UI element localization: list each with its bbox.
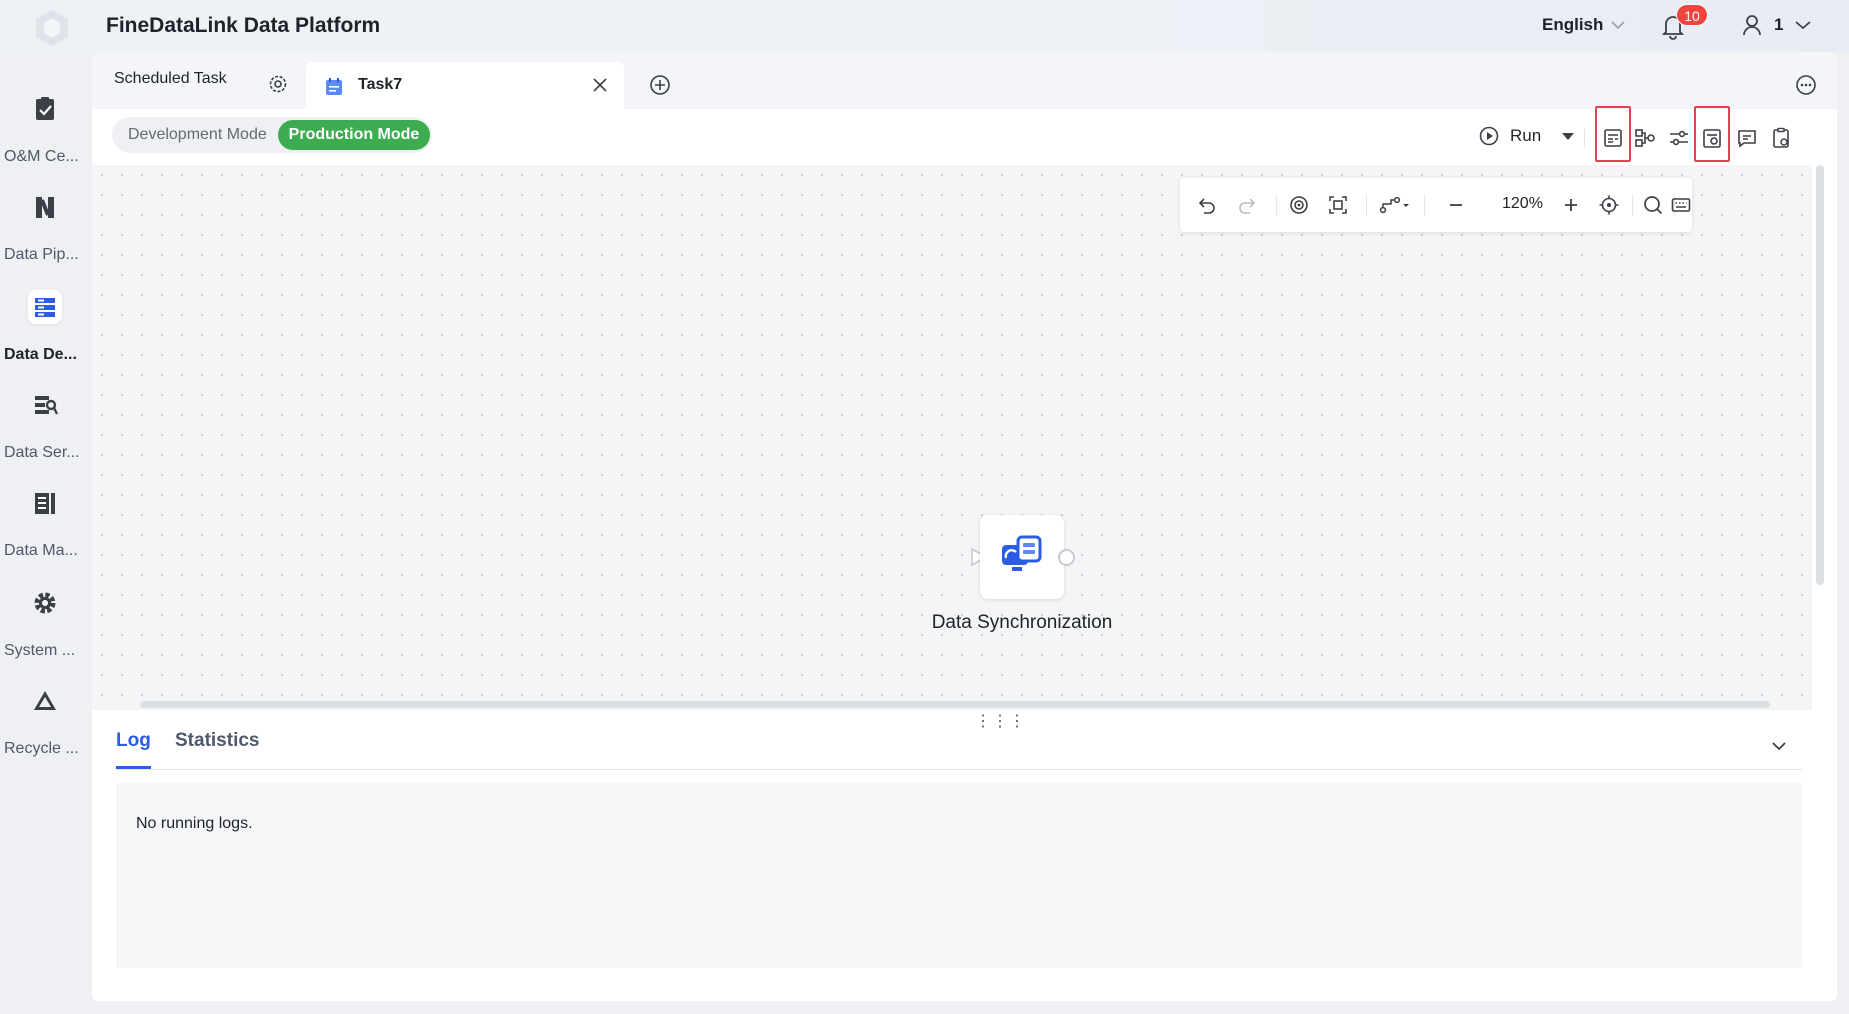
chevron-down-icon xyxy=(1795,21,1812,30)
notification-badge: 10 xyxy=(1676,4,1708,26)
undo-icon[interactable] xyxy=(1196,194,1218,216)
adjust-sliders-icon[interactable] xyxy=(1667,126,1691,150)
horizontal-scrollbar[interactable] xyxy=(140,701,1770,708)
sidebar-item-label: Data De... xyxy=(4,346,77,363)
zoom-in-icon[interactable] xyxy=(1560,194,1582,216)
comment-icon[interactable] xyxy=(1735,126,1759,150)
settings-gear-icon[interactable] xyxy=(267,73,289,95)
clipboard-check-icon xyxy=(36,97,54,120)
sidebar-item-label: Data Ser... xyxy=(4,444,80,461)
chevron-down-icon xyxy=(1611,21,1625,30)
fit-screen-icon[interactable] xyxy=(1327,194,1349,216)
separator xyxy=(1366,194,1367,216)
caret-down-icon[interactable] xyxy=(1559,130,1577,142)
tab-label: Task7 xyxy=(358,76,403,93)
task-properties-icon[interactable] xyxy=(1601,126,1625,150)
tab-scheduled-task[interactable]: Scheduled Task xyxy=(114,70,227,88)
sidebar-item-data-service[interactable]: Data Ser... xyxy=(0,370,92,470)
data-sync-icon xyxy=(1002,535,1042,571)
user-name: 1 xyxy=(1774,15,1784,34)
run-button[interactable]: Run xyxy=(1478,125,1577,147)
connector-style-icon[interactable] xyxy=(1378,194,1412,216)
add-tab-icon[interactable] xyxy=(648,73,672,97)
left-sidebar: O&M Ce... Data Pip... Data De... Data Se… xyxy=(0,52,92,1014)
play-circle-icon xyxy=(1479,126,1499,146)
keyboard-shortcuts-icon[interactable] xyxy=(1670,194,1692,216)
data-development-icon xyxy=(28,290,62,324)
language-selector[interactable]: English xyxy=(1542,15,1625,35)
tab-log[interactable]: Log xyxy=(116,730,151,752)
more-options-icon[interactable] xyxy=(1794,73,1818,97)
language-label: English xyxy=(1542,15,1604,34)
tab-bar: Scheduled Task Task7 xyxy=(92,53,1837,109)
sidebar-item-label: Recycle ... xyxy=(4,740,79,757)
auto-layout-icon[interactable] xyxy=(1288,194,1310,216)
app-title: FineDataLink Data Platform xyxy=(106,14,381,37)
app-logo-icon xyxy=(36,10,68,46)
zoom-out-icon[interactable] xyxy=(1445,194,1467,216)
sidebar-item-data-development[interactable]: Data De... xyxy=(0,272,92,372)
redo-icon[interactable] xyxy=(1236,194,1258,216)
log-content: No running logs. xyxy=(116,783,1802,968)
sidebar-item-system[interactable]: System ... xyxy=(0,568,92,668)
sidebar-item-data-map[interactable]: Data Ma... xyxy=(0,468,92,568)
task-calendar-icon xyxy=(326,78,342,95)
pipeline-icon xyxy=(36,197,54,218)
data-synchronization-node[interactable] xyxy=(980,515,1064,599)
locate-icon[interactable] xyxy=(1598,194,1620,216)
sidebar-item-recycle[interactable]: Recycle ... xyxy=(0,666,92,766)
node-flow-icon[interactable] xyxy=(1633,126,1657,150)
separator xyxy=(1632,194,1633,216)
data-map-icon xyxy=(35,493,55,514)
sidebar-item-data-pipeline[interactable]: Data Pip... xyxy=(0,172,92,272)
resize-handle-icon[interactable]: ⋮⋮⋮ xyxy=(975,711,1026,731)
toolbar-divider xyxy=(1584,129,1585,147)
tab-statistics[interactable]: Statistics xyxy=(175,730,259,752)
separator xyxy=(1276,194,1277,216)
sidebar-item-om-center[interactable]: O&M Ce... xyxy=(0,74,92,174)
top-header: FineDataLink Data Platform English 10 1 xyxy=(0,0,1849,52)
main-panel: Scheduled Task Task7 Development Mode Pr… xyxy=(92,53,1837,1001)
canvas-toolbar: 120% xyxy=(1180,178,1692,232)
development-mode-button[interactable]: Development Mode xyxy=(128,126,267,144)
task-settings-icon[interactable] xyxy=(1700,126,1724,150)
divider xyxy=(116,769,1802,770)
chevron-down-icon[interactable] xyxy=(1768,735,1790,757)
separator xyxy=(1424,194,1425,216)
run-label: Run xyxy=(1510,126,1542,145)
data-service-icon xyxy=(35,396,59,415)
search-icon[interactable] xyxy=(1642,194,1664,216)
sidebar-item-label: Data Ma... xyxy=(4,542,78,559)
close-icon[interactable] xyxy=(589,74,611,96)
gear-icon xyxy=(34,592,56,614)
sidebar-item-label: Data Pip... xyxy=(4,246,79,263)
empty-log-message: No running logs. xyxy=(136,815,253,832)
node-label: Data Synchronization xyxy=(931,612,1113,633)
node-output-port[interactable] xyxy=(1058,549,1075,566)
recycle-icon xyxy=(34,691,56,710)
vertical-scrollbar[interactable] xyxy=(1816,165,1824,585)
version-history-icon[interactable] xyxy=(1769,126,1793,150)
sidebar-item-label: System ... xyxy=(4,642,76,659)
task-toolbar: Development Mode Production Mode Run xyxy=(92,106,1837,165)
sidebar-item-label: O&M Ce... xyxy=(4,148,79,165)
production-mode-button[interactable]: Production Mode xyxy=(278,120,430,150)
user-menu[interactable]: 1 xyxy=(1742,14,1812,36)
tab-task7[interactable]: Task7 xyxy=(306,62,624,109)
user-icon xyxy=(1743,15,1761,36)
mode-toggle: Development Mode Production Mode xyxy=(112,117,432,153)
zoom-level: 120% xyxy=(1502,195,1543,212)
